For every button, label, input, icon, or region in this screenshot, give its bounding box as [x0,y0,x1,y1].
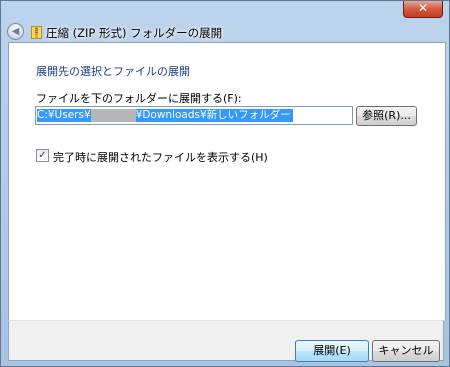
destination-label: ファイルを下のフォルダーに展開する(F): [36,92,242,105]
back-button[interactable]: ◀ [7,23,24,40]
title-bar[interactable]: ✕ ◀ 圧縮 (ZIP 形式) フォルダーの展開 [1,1,449,41]
destination-path-input[interactable]: C:¥Users¥ ¥Downloads¥新しいフォルダー [35,106,353,125]
window-title: 圧縮 (ZIP 形式) フォルダーの展開 [46,26,223,40]
cancel-button[interactable]: キャンセル [372,340,440,362]
back-arrow-icon: ◀ [11,26,20,37]
zip-folder-icon [31,26,42,39]
extract-button[interactable]: 展開(E) [295,340,369,362]
show-files-checkbox[interactable]: ✓ [36,149,49,162]
browse-button[interactable]: 参照(R)... [356,106,417,126]
page-heading: 展開先の選択とファイルの展開 [36,65,190,78]
close-button[interactable]: ✕ [403,1,443,18]
redacted-username [90,109,136,122]
path-prefix: C:¥Users¥ [37,109,91,121]
path-suffix: ¥Downloads¥新しいフォルダー [135,109,291,121]
close-icon: ✕ [417,1,429,15]
dialog-window: ✕ ◀ 圧縮 (ZIP 形式) フォルダーの展開 展開先の選択とファイルの展開 … [0,0,450,367]
content-panel: 展開先の選択とファイルの展開 ファイルを下のフォルダーに展開する(F): C:¥… [8,42,446,321]
destination-path-selection: C:¥Users¥ ¥Downloads¥新しいフォルダー [37,109,293,122]
show-files-label: 完了時に展開されたファイルを表示する(H) [53,151,268,164]
button-bar: 展開(E) キャンセル [8,320,444,362]
checkmark-icon: ✓ [38,150,47,161]
